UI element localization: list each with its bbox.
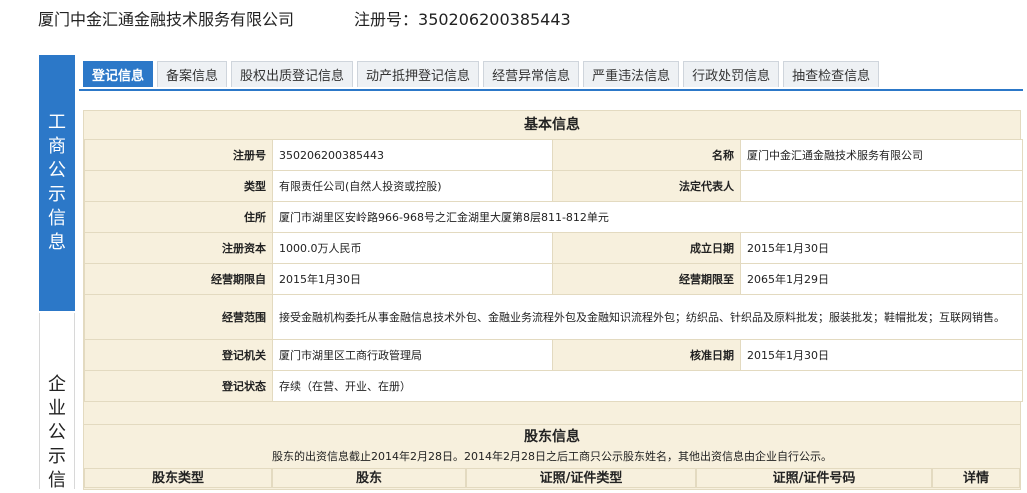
table-row: 登记状态 存续（在营、开业、在册）	[84, 370, 1023, 402]
column-header: 股东类型	[84, 468, 272, 488]
sidebar-char: 商	[48, 136, 66, 157]
tab-serious-violation-info[interactable]: 严重违法信息	[583, 61, 680, 87]
company-name-value: 厦门中金汇通金融技术服务有限公司	[740, 139, 1023, 171]
sidebar-tab-business-publicity[interactable]: 工 商 公 示 信 息	[39, 55, 75, 311]
table-row: 经营期限自 2015年1月30日 经营期限至 2065年1月29日	[84, 263, 1023, 295]
shareholder-table-header: 股东类型 股东 证照/证件类型 证照/证件号码 详情	[84, 468, 1020, 488]
field-label: 核准日期	[552, 339, 741, 371]
sidebar-char: 示	[48, 446, 66, 467]
field-label: 注册资本	[84, 232, 273, 264]
table-row: 注册号 350206200385443 名称 厦门中金汇通金融技术服务有限公司	[84, 139, 1023, 171]
approval-date-value: 2015年1月30日	[740, 339, 1023, 371]
tab-equity-pledge-info[interactable]: 股权出质登记信息	[231, 61, 354, 87]
registered-capital-value: 1000.0万人民币	[272, 232, 553, 264]
sidebar-char: 企	[48, 374, 66, 395]
registration-status-value: 存续（在营、开业、在册）	[272, 370, 1023, 402]
sidebar-char: 信	[48, 208, 66, 229]
tab-abnormal-operation-info[interactable]: 经营异常信息	[483, 61, 580, 87]
company-type-value: 有限责任公司(自然人投资或控股)	[272, 170, 553, 202]
company-name: 厦门中金汇通金融技术服务有限公司	[38, 10, 295, 29]
field-label: 注册号	[84, 139, 273, 171]
sidebar-char: 公	[48, 160, 66, 181]
sidebar-tab-enterprise-publicity[interactable]: 企 业 公 示 信	[39, 313, 75, 491]
registration-number: 注册号：350206200385443	[354, 10, 571, 29]
registration-authority-value: 厦门市湖里区工商行政管理局	[272, 339, 553, 371]
shareholder-note: 股东的出资信息截止2014年2月28日。2014年2月28日之后工商只公示股东姓…	[272, 450, 832, 463]
table-row: 住所 厦门市湖里区安岭路966-968号之汇金湖里大厦第8层811-812单元	[84, 201, 1023, 233]
column-header: 证照/证件类型	[466, 468, 696, 488]
table-row: 登记机关 厦门市湖里区工商行政管理局 核准日期 2015年1月30日	[84, 339, 1023, 371]
term-to-value: 2065年1月29日	[740, 263, 1023, 295]
sidebar-char: 息	[48, 232, 66, 253]
term-from-value: 2015年1月30日	[272, 263, 553, 295]
field-label: 经营期限至	[552, 263, 741, 295]
field-label: 登记机关	[84, 339, 273, 371]
field-label: 法定代表人	[552, 170, 741, 202]
shareholder-info-section: 股东信息 股东的出资信息截止2014年2月28日。2014年2月28日之后工商只…	[83, 424, 1021, 490]
page-header: 厦门中金汇通金融技术服务有限公司 注册号：350206200385443	[38, 6, 571, 30]
tab-registration-info[interactable]: 登记信息	[83, 61, 154, 87]
field-label: 成立日期	[552, 232, 741, 264]
tab-administrative-penalty-info[interactable]: 行政处罚信息	[683, 61, 780, 87]
main-content: 登记信息 备案信息 股权出质登记信息 动产抵押登记信息 经营异常信息 严重违法信…	[79, 55, 1027, 490]
address-value: 厦门市湖里区安岭路966-968号之汇金湖里大厦第8层811-812单元	[272, 201, 1023, 233]
sidebar-char: 公	[48, 422, 66, 443]
field-label: 住所	[84, 201, 273, 233]
sidebar-char: 信	[48, 470, 66, 491]
sidebar-char: 示	[48, 184, 66, 205]
registration-number-value: 350206200385443	[272, 139, 553, 171]
section-title: 基本信息	[524, 117, 580, 133]
column-header: 股东	[272, 468, 466, 488]
column-header: 详情	[932, 468, 1020, 488]
field-label: 经营期限自	[84, 263, 273, 295]
basic-info-table: 注册号 350206200385443 名称 厦门中金汇通金融技术服务有限公司 …	[84, 139, 1023, 402]
business-scope-value: 接受金融机构委托从事金融信息技术外包、金融业务流程外包及金融知识流程外包；纺织品…	[272, 294, 1023, 340]
table-row: 注册资本 1000.0万人民币 成立日期 2015年1月30日	[84, 232, 1023, 264]
section-title: 股东信息	[524, 429, 580, 445]
table-row: 经营范围 接受金融机构委托从事金融信息技术外包、金融业务流程外包及金融知识流程外…	[84, 294, 1023, 340]
tab-chattel-mortgage-info[interactable]: 动产抵押登记信息	[357, 61, 480, 87]
basic-info-section: 基本信息 注册号 350206200385443 名称 厦门中金汇通金融技术服务…	[83, 110, 1023, 462]
field-label: 经营范围	[84, 294, 273, 340]
tab-spot-check-info[interactable]: 抽查检查信息	[783, 61, 880, 87]
tab-filing-info[interactable]: 备案信息	[157, 61, 228, 87]
field-label: 名称	[552, 139, 741, 171]
established-date-value: 2015年1月30日	[740, 232, 1023, 264]
column-header: 证照/证件号码	[696, 468, 932, 488]
legal-representative-value	[740, 170, 1023, 202]
field-label: 登记状态	[84, 370, 273, 402]
sidebar-char: 业	[48, 398, 66, 419]
tab-bar: 登记信息 备案信息 股权出质登记信息 动产抵押登记信息 经营异常信息 严重违法信…	[79, 55, 1023, 91]
field-label: 类型	[84, 170, 273, 202]
sidebar-char: 工	[48, 112, 66, 133]
table-row: 类型 有限责任公司(自然人投资或控股) 法定代表人	[84, 170, 1023, 202]
